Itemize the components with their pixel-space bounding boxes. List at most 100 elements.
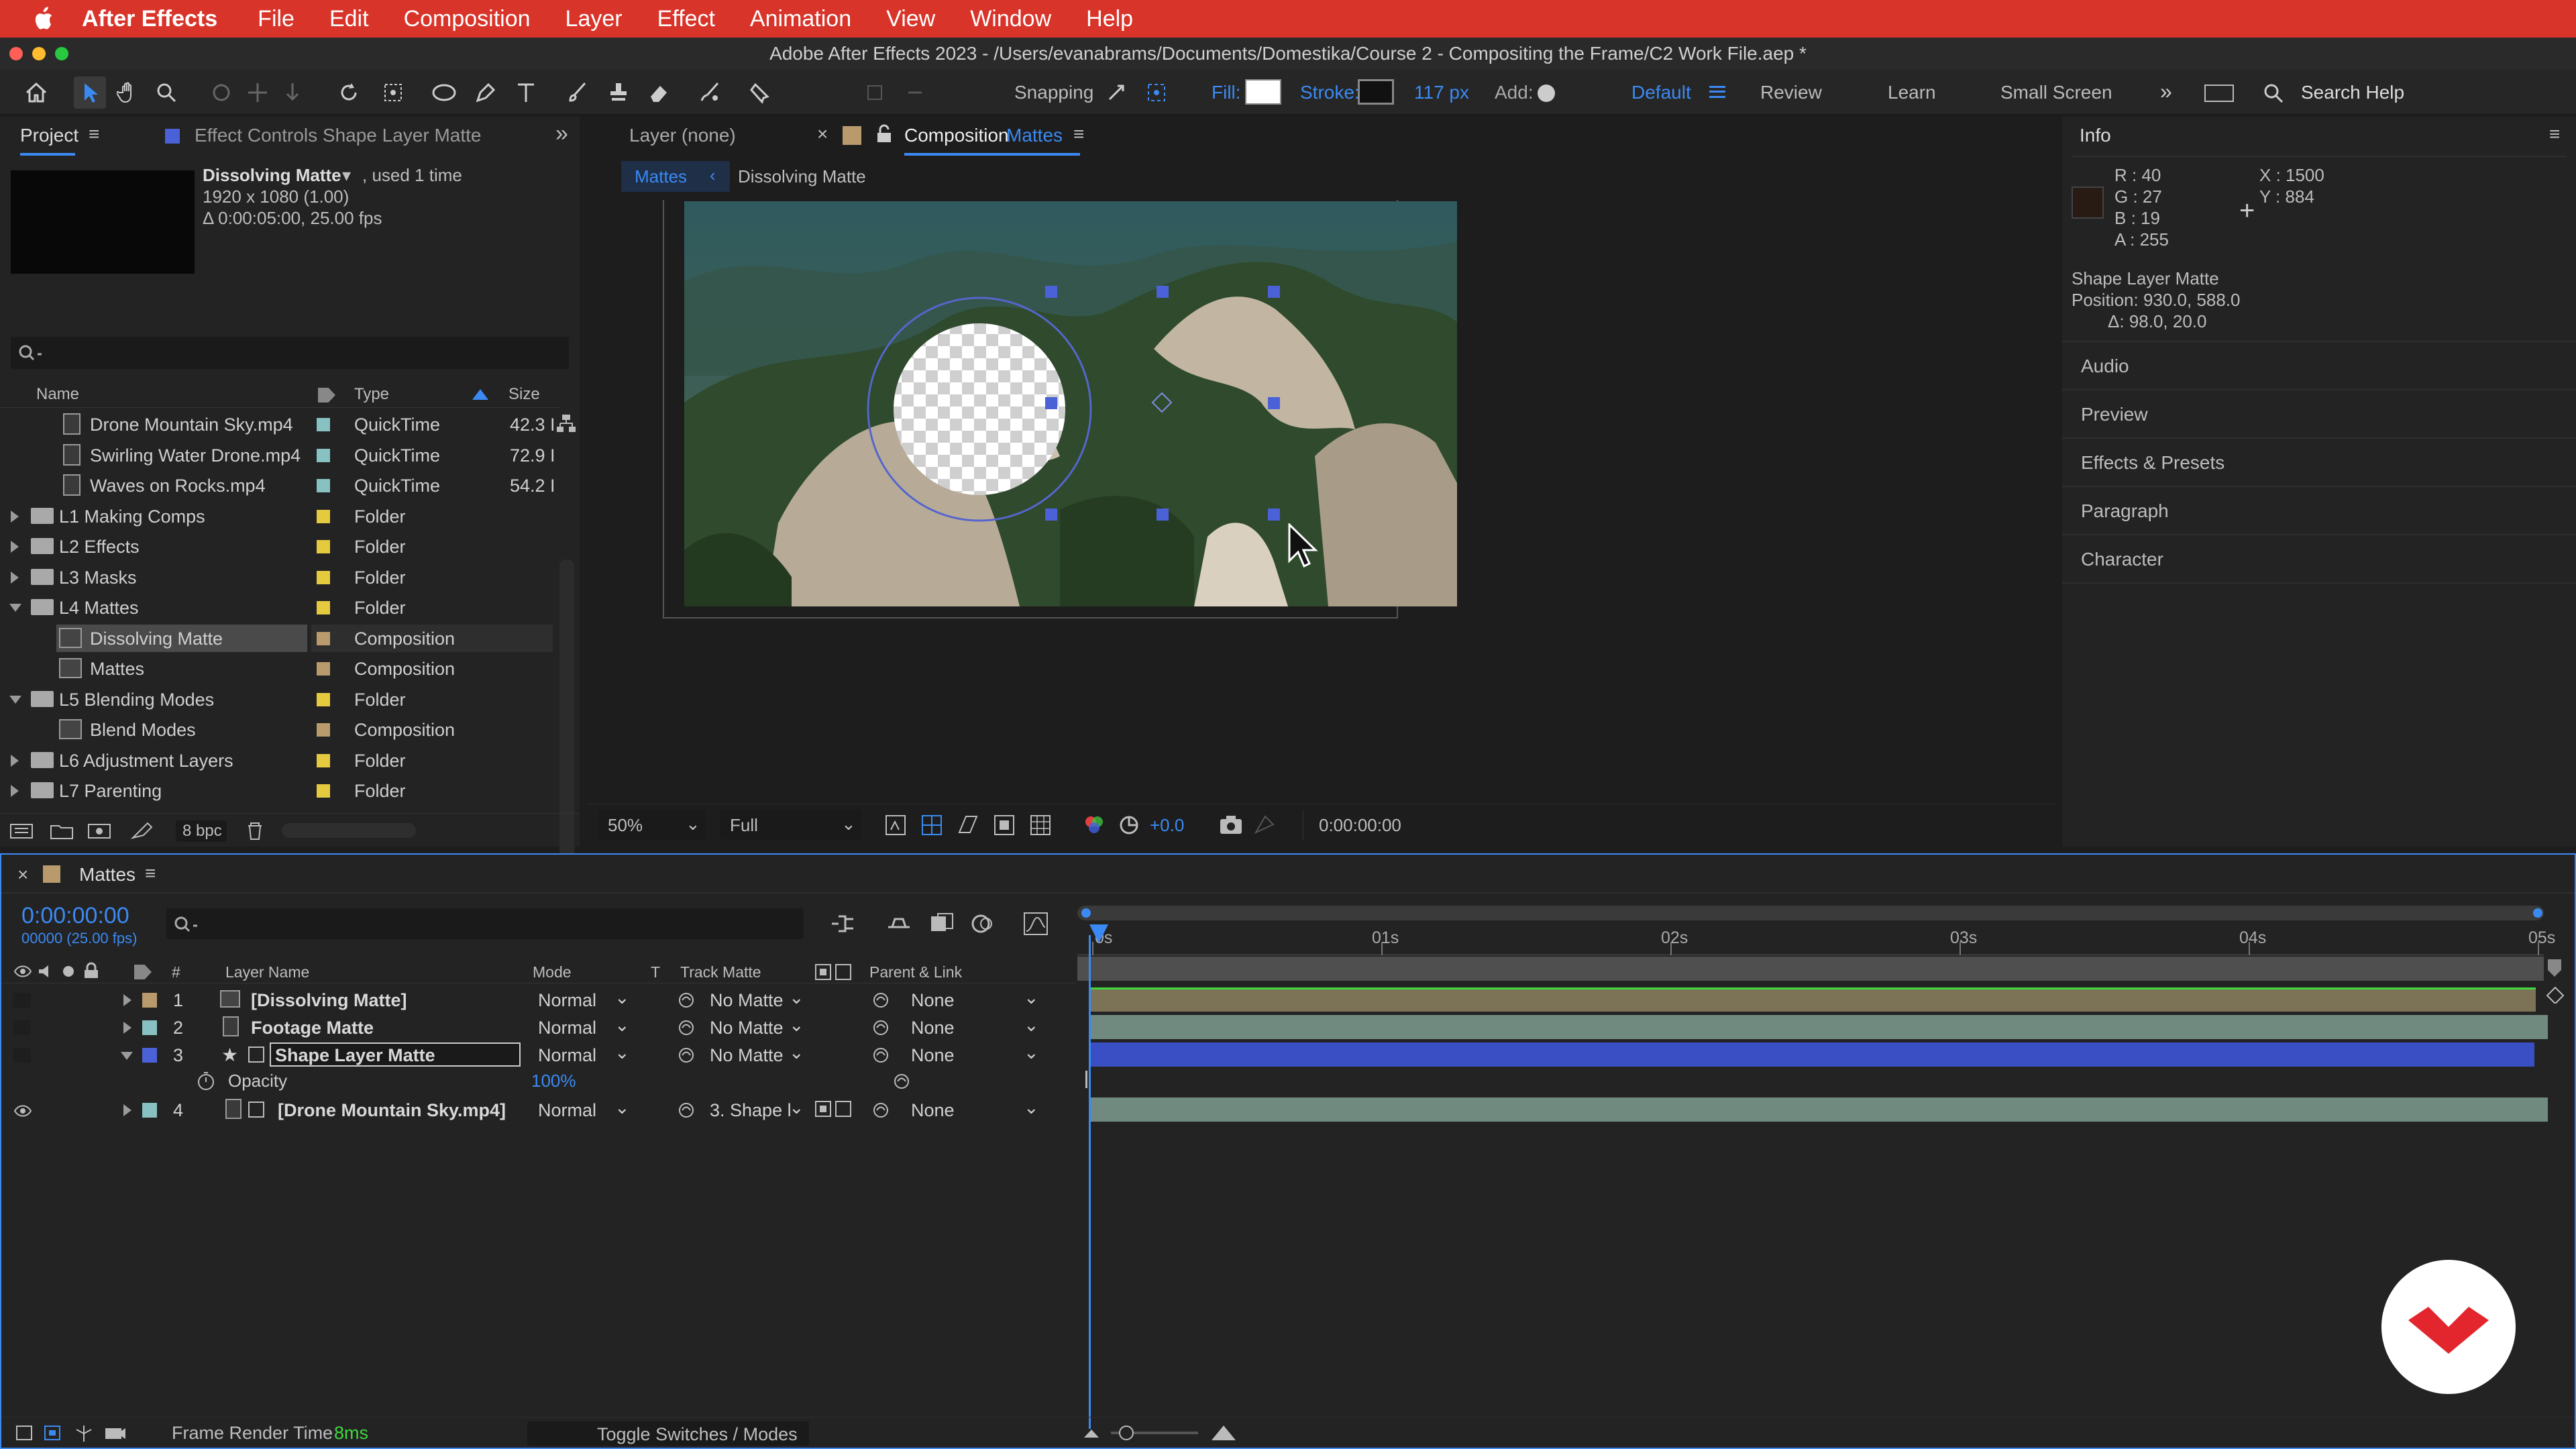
collapse-arrow-icon[interactable] [9,695,21,704]
workspace-default[interactable]: Default [1631,82,1691,103]
label-color-swatch[interactable] [317,692,330,706]
anchor-point-tool-icon[interactable] [377,76,409,109]
parent-dropdown[interactable]: None [911,990,955,1010]
label-column-icon[interactable] [134,965,152,979]
layer-name[interactable]: [Dissolving Matte] [251,990,407,1011]
minimize-window-button[interactable] [32,47,46,60]
lock-icon[interactable] [875,123,894,145]
column-header-parent-link[interactable]: Parent & Link [869,963,962,981]
layer-mode-dropdown[interactable]: Normal [538,990,596,1010]
snap-options-icon[interactable] [1100,76,1132,109]
timeline-search-input[interactable] [166,908,804,939]
label-color-swatch[interactable] [317,509,330,523]
fill-label[interactable]: Fill: [1212,82,1241,103]
video-eye-icon[interactable] [13,1104,32,1118]
project-item-row[interactable]: L5 Blending Modes Folder [0,684,561,714]
preview-panel-header[interactable]: Preview [2062,390,2576,439]
interpret-footage-icon[interactable] [9,822,34,841]
close-window-button[interactable] [9,47,23,60]
layer-duration-bar[interactable] [1089,1097,2548,1122]
stopwatch-icon[interactable] [196,1071,216,1091]
zoom-out-icon[interactable] [1083,1426,1100,1440]
region-of-interest-icon[interactable] [993,814,1016,837]
color-depth-button[interactable]: 8 bpc [176,820,227,842]
chevron-down-icon[interactable]: ⌄ [789,1015,804,1035]
close-tab-icon[interactable]: × [817,123,828,145]
menu-animation[interactable]: Animation [750,6,851,32]
layer-viewer-tab[interactable]: Layer (none) [629,125,736,146]
channels-icon[interactable] [1083,814,1106,837]
video-toggle-off[interactable] [13,993,31,1008]
track-matte-dropdown[interactable]: No Matte [710,990,784,1010]
label-color-swatch[interactable] [317,570,330,584]
track-matte-dropdown[interactable]: No Matte [710,1045,784,1065]
brush-tool-icon[interactable] [561,76,593,109]
timeline-tab-name[interactable]: Mattes [79,864,136,885]
viewer-timecode[interactable]: 0:00:00:00 [1319,815,1401,836]
render-time-icon[interactable] [103,1424,127,1443]
column-header-type[interactable]: Type [354,385,389,404]
shy-layers-icon[interactable] [928,912,955,935]
composition-tab-menu-icon[interactable]: ≡ [1073,123,1084,145]
layer-switches-icon[interactable] [15,1424,35,1443]
layer-name[interactable]: [Drone Mountain Sky.mp4] [278,1100,506,1121]
breadcrumb-dissolving-matte[interactable]: Dissolving Matte [738,166,866,187]
layer-duration-bar[interactable] [1089,987,2536,1012]
project-tab[interactable]: Project [20,125,78,146]
composition-tab-name[interactable]: Mattes [1006,125,1063,146]
toggle-switches-modes-button[interactable]: Toggle Switches / Modes [527,1421,809,1446]
menu-file[interactable]: File [258,6,294,32]
flowchart-icon[interactable] [555,413,577,433]
opacity-value[interactable]: 100% [531,1071,576,1091]
layer-mode-dropdown[interactable]: Normal [538,1100,596,1120]
pick-whip-icon[interactable] [678,1102,695,1119]
workspace-small-screen[interactable]: Small Screen [2000,82,2112,103]
show-snapshot-icon[interactable] [1253,814,1276,837]
expand-arrow-icon[interactable] [11,754,19,767]
trash-icon[interactable] [244,820,266,842]
shape-layer-matte-bounding-box[interactable] [1045,286,1280,521]
home-icon[interactable] [20,76,52,109]
project-search-input[interactable] [11,337,569,369]
parent-pick-whip-icon[interactable] [872,991,890,1009]
menu-composition[interactable]: Composition [404,6,531,32]
time-navigator[interactable] [1077,906,2544,920]
parent-dropdown[interactable]: None [911,1018,955,1038]
snapshot-camera-icon[interactable] [1218,814,1244,837]
workspace-menu-icon[interactable] [1709,86,1725,98]
pick-whip-icon[interactable] [892,1072,911,1091]
parent-pick-whip-icon[interactable] [872,1019,890,1036]
label-color-swatch[interactable] [317,631,330,645]
chevron-down-icon[interactable]: ⌄ [614,1042,630,1063]
playhead-line[interactable] [1089,935,1091,1429]
parent-dropdown[interactable]: None [911,1100,955,1120]
workspace-learn[interactable]: Learn [1888,82,1936,103]
label-color-swatch[interactable] [317,448,330,462]
layer-label-color[interactable] [142,1103,157,1118]
layer-row[interactable]: 3 ★ Shape Layer Matte Normal ⌄ No Matte ⌄ None ⌄ [1,1041,1075,1069]
composition-mini-flowchart-icon[interactable] [829,912,856,935]
label-color-swatch[interactable] [317,540,330,553]
project-item-row[interactable]: L7 Parenting Folder [0,775,561,806]
work-area-bar[interactable] [1077,957,2544,981]
transparency-grid-icon[interactable] [920,814,943,837]
video-eye-icon[interactable] [13,965,32,978]
project-item-row[interactable]: L3 Masks Folder [0,562,561,592]
expand-arrow-icon[interactable] [123,1022,131,1034]
chevron-down-icon[interactable]: ⌄ [614,1015,630,1035]
project-item-row[interactable]: L4 Mattes Folder [0,592,561,623]
draft-3d-icon[interactable] [885,912,912,935]
grid-guides-icon[interactable] [1029,814,1052,837]
rotation-tool-icon[interactable] [333,76,365,109]
layer-label-color[interactable] [142,993,157,1008]
align-icon[interactable] [859,76,891,109]
track-matte-dropdown[interactable]: No Matte [710,1018,784,1038]
stroke-label[interactable]: Stroke: [1300,82,1360,103]
solo-icon[interactable] [63,966,74,977]
menu-app-name[interactable]: After Effects [82,6,217,32]
dolly-camera-icon[interactable] [276,76,309,109]
column-header-size[interactable]: Size [508,385,540,404]
audio-speaker-icon[interactable] [38,965,55,978]
fill-color-swatch[interactable] [1245,79,1281,105]
more-workspaces-icon[interactable]: » [2160,79,2172,104]
